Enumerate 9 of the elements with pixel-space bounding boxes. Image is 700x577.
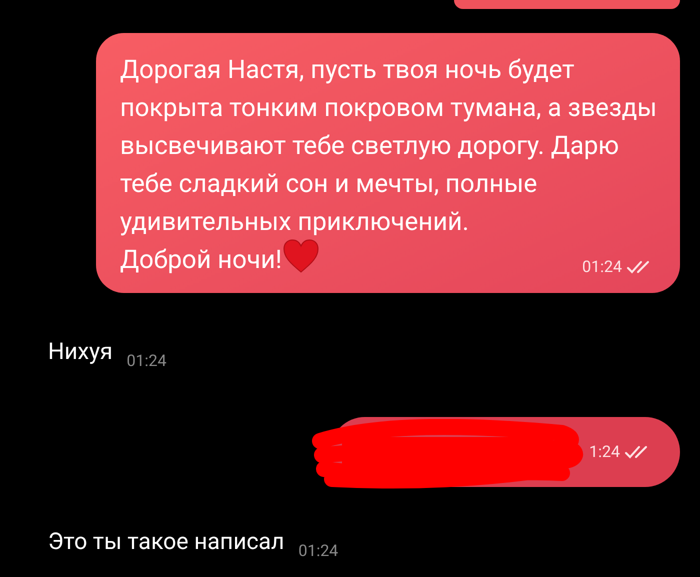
message-time: 01:24 [582, 256, 622, 278]
message-text: Дорогая Настя, пусть твоя ночь будет покрыта тонким покровом тумана, а звезды высвечивают тебе светлую дорогу. Дарю тебе сладкий сон и мечты, полные удивительных приключений. [120, 54, 658, 239]
heart-icon [282, 238, 320, 274]
message-time: 1:24 [589, 441, 620, 463]
message-time: 01:24 [126, 350, 166, 372]
message-text: Доброй ночи! [120, 244, 282, 277]
message-text: Это ты такое написал [48, 527, 284, 557]
message-time: 01:24 [298, 540, 338, 562]
message-text: Нихуя [48, 337, 113, 367]
